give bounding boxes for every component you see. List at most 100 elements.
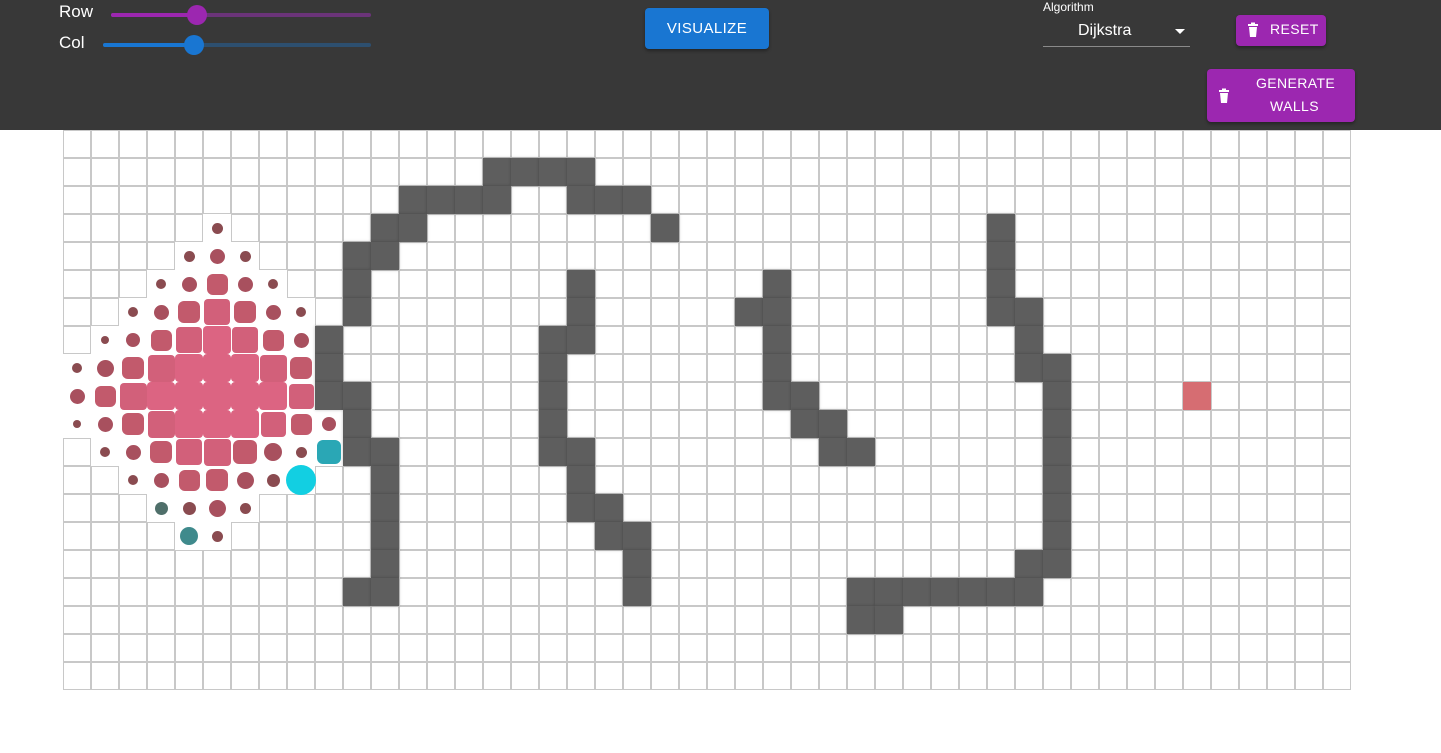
grid-cell[interactable] <box>91 158 119 186</box>
grid-cell[interactable] <box>427 522 455 550</box>
grid-cell[interactable] <box>763 130 791 158</box>
grid-cell[interactable] <box>315 606 343 634</box>
grid-cell[interactable] <box>847 158 875 186</box>
grid-cell[interactable] <box>399 354 427 382</box>
grid-cell[interactable] <box>147 214 175 242</box>
grid-cell[interactable] <box>399 410 427 438</box>
wall-cell[interactable] <box>847 606 875 634</box>
wall-cell[interactable] <box>315 326 343 354</box>
grid-cell[interactable] <box>595 298 623 326</box>
grid-cell[interactable] <box>315 494 343 522</box>
grid-cell[interactable] <box>707 130 735 158</box>
grid-cell[interactable] <box>1295 438 1323 466</box>
grid-cell[interactable] <box>203 550 231 578</box>
grid-cell[interactable] <box>679 410 707 438</box>
grid-cell[interactable] <box>1155 494 1183 522</box>
grid-cell[interactable] <box>959 214 987 242</box>
grid-cell[interactable] <box>119 634 147 662</box>
grid-cell[interactable] <box>679 550 707 578</box>
algorithm-select[interactable]: Dijkstra <box>1043 18 1190 47</box>
grid-cell[interactable] <box>1267 662 1295 690</box>
grid-cell[interactable] <box>1183 634 1211 662</box>
grid-cell[interactable] <box>1267 606 1295 634</box>
grid-cell[interactable] <box>651 410 679 438</box>
grid-cell[interactable] <box>287 130 315 158</box>
grid-cell[interactable] <box>875 242 903 270</box>
grid-cell[interactable] <box>1127 130 1155 158</box>
grid-cell[interactable] <box>455 606 483 634</box>
wall-cell[interactable] <box>987 298 1015 326</box>
grid-cell[interactable] <box>819 130 847 158</box>
grid-cell[interactable] <box>1211 522 1239 550</box>
grid-cell[interactable] <box>1239 578 1267 606</box>
grid-cell[interactable] <box>791 662 819 690</box>
grid-cell[interactable] <box>1071 186 1099 214</box>
grid-cell[interactable] <box>1099 606 1127 634</box>
grid-cell[interactable] <box>1267 466 1295 494</box>
wall-cell[interactable] <box>371 466 399 494</box>
grid-cell[interactable] <box>735 186 763 214</box>
grid-cell[interactable] <box>735 410 763 438</box>
grid-cell[interactable] <box>1239 158 1267 186</box>
grid-cell[interactable] <box>1211 550 1239 578</box>
grid-cell[interactable] <box>147 578 175 606</box>
grid-cell[interactable] <box>1267 242 1295 270</box>
grid-cell[interactable] <box>371 130 399 158</box>
grid-cell[interactable] <box>343 494 371 522</box>
grid-cell[interactable] <box>1183 298 1211 326</box>
grid-cell[interactable] <box>511 466 539 494</box>
grid-cell[interactable] <box>987 634 1015 662</box>
grid-cell[interactable] <box>931 410 959 438</box>
grid-cell[interactable] <box>1295 354 1323 382</box>
grid-cell[interactable] <box>539 298 567 326</box>
grid-cell[interactable] <box>231 186 259 214</box>
grid-cell[interactable] <box>651 382 679 410</box>
grid-cell[interactable] <box>1127 326 1155 354</box>
grid-cell[interactable] <box>651 186 679 214</box>
grid-cell[interactable] <box>1015 382 1043 410</box>
grid-cell[interactable] <box>315 298 343 326</box>
grid-cell[interactable] <box>1323 214 1351 242</box>
grid-cell[interactable] <box>903 522 931 550</box>
grid-cell[interactable] <box>539 606 567 634</box>
grid-cell[interactable] <box>1071 158 1099 186</box>
grid-cell[interactable] <box>1071 298 1099 326</box>
grid-cell[interactable] <box>259 494 287 522</box>
grid-cell[interactable] <box>203 662 231 690</box>
grid-cell[interactable] <box>1295 410 1323 438</box>
grid-cell[interactable] <box>959 186 987 214</box>
grid-cell[interactable] <box>959 130 987 158</box>
grid-cell[interactable] <box>483 550 511 578</box>
reset-button[interactable]: RESET <box>1236 15 1326 46</box>
grid-cell[interactable] <box>875 522 903 550</box>
grid-cell[interactable] <box>259 662 287 690</box>
wall-cell[interactable] <box>567 494 595 522</box>
grid-cell[interactable] <box>1043 158 1071 186</box>
grid-cell[interactable] <box>1155 550 1183 578</box>
grid-cell[interactable] <box>1155 298 1183 326</box>
grid-cell[interactable] <box>63 606 91 634</box>
grid-cell[interactable] <box>931 326 959 354</box>
grid-cell[interactable] <box>1127 634 1155 662</box>
grid-cell[interactable] <box>1183 606 1211 634</box>
wall-cell[interactable] <box>763 354 791 382</box>
grid-cell[interactable] <box>315 242 343 270</box>
grid-cell[interactable] <box>483 214 511 242</box>
grid-cell[interactable] <box>427 438 455 466</box>
grid-cell[interactable] <box>791 326 819 354</box>
grid-cell[interactable] <box>595 242 623 270</box>
grid-cell[interactable] <box>623 410 651 438</box>
wall-cell[interactable] <box>371 494 399 522</box>
grid-cell[interactable] <box>1183 550 1211 578</box>
grid-cell[interactable] <box>819 158 847 186</box>
grid-cell[interactable] <box>91 634 119 662</box>
grid-cell[interactable] <box>1239 130 1267 158</box>
grid-cell[interactable] <box>175 186 203 214</box>
wall-cell[interactable] <box>539 158 567 186</box>
grid-cell[interactable] <box>1099 522 1127 550</box>
grid-cell[interactable] <box>1295 522 1323 550</box>
grid-cell[interactable] <box>371 606 399 634</box>
grid-cell[interactable] <box>1323 438 1351 466</box>
grid-cell[interactable] <box>1127 214 1155 242</box>
grid-cell[interactable] <box>903 270 931 298</box>
